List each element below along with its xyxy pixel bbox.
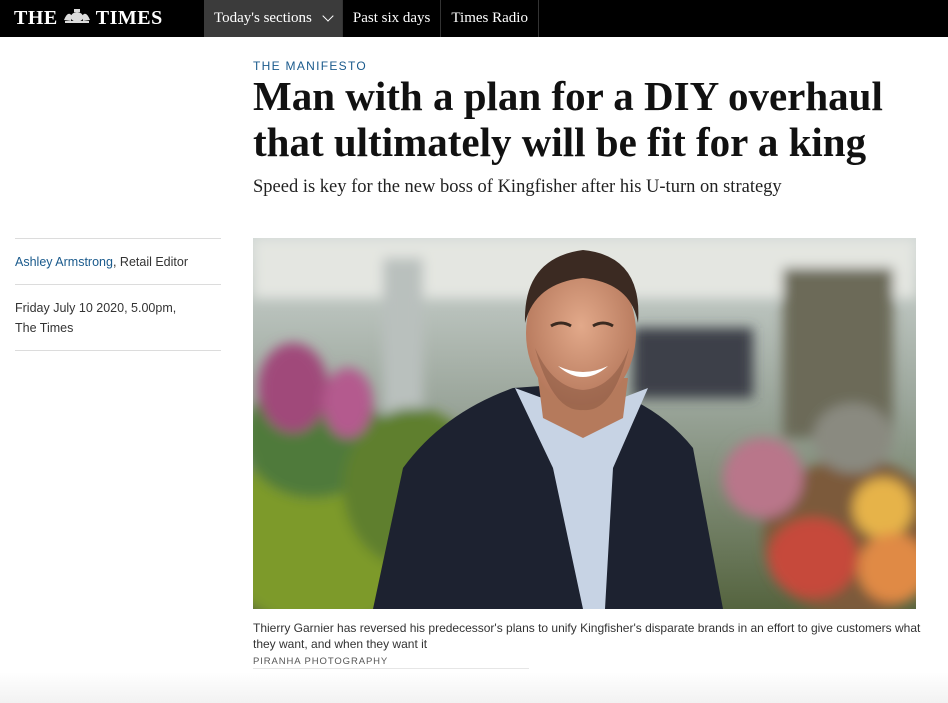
royal-crest-icon — [62, 8, 92, 29]
divider — [253, 668, 529, 669]
publish-date: Friday July 10 2020, 5.00pm, — [15, 301, 177, 315]
nav-past-six-days-label: Past six days — [352, 10, 431, 26]
article-standfirst: Speed is key for the new boss of Kingfis… — [253, 177, 782, 197]
article-kicker[interactable]: THE MANIFESTO — [253, 59, 367, 73]
photo-credit: PIRANHA PHOTOGRAPHY — [253, 656, 389, 667]
article-hero-photo — [253, 238, 916, 609]
chevron-down-icon — [322, 10, 334, 22]
publication-name: The Times — [15, 321, 74, 335]
nav-times-radio-label: Times Radio — [451, 10, 528, 26]
byline: Ashley Armstrong, Retail Editor Friday J… — [15, 238, 221, 351]
author-row: Ashley Armstrong, Retail Editor — [15, 239, 221, 285]
logo-text-times: TIMES — [95, 7, 163, 29]
page-bottom-fade — [0, 672, 948, 703]
top-navigation-bar: THE TIMES Today's sections Past six days… — [0, 0, 948, 37]
nav-todays-sections[interactable]: Today's sections — [204, 0, 342, 37]
author-role: , Retail Editor — [112, 255, 188, 269]
author-link[interactable]: Ashley Armstrong — [15, 255, 113, 269]
the-times-logo[interactable]: THE TIMES — [0, 0, 204, 37]
photo-caption: Thierry Garnier has reversed his predece… — [253, 621, 921, 651]
nav-todays-sections-label: Today's sections — [214, 10, 312, 26]
article-headline: Man with a plan for a DIY overhaul that … — [253, 73, 883, 165]
publish-info: Friday July 10 2020, 5.00pm, The Times — [15, 285, 221, 351]
nav-past-six-days[interactable]: Past six days — [341, 0, 441, 37]
nav-times-radio[interactable]: Times Radio — [440, 0, 539, 37]
logo-text-the: THE — [14, 7, 58, 29]
